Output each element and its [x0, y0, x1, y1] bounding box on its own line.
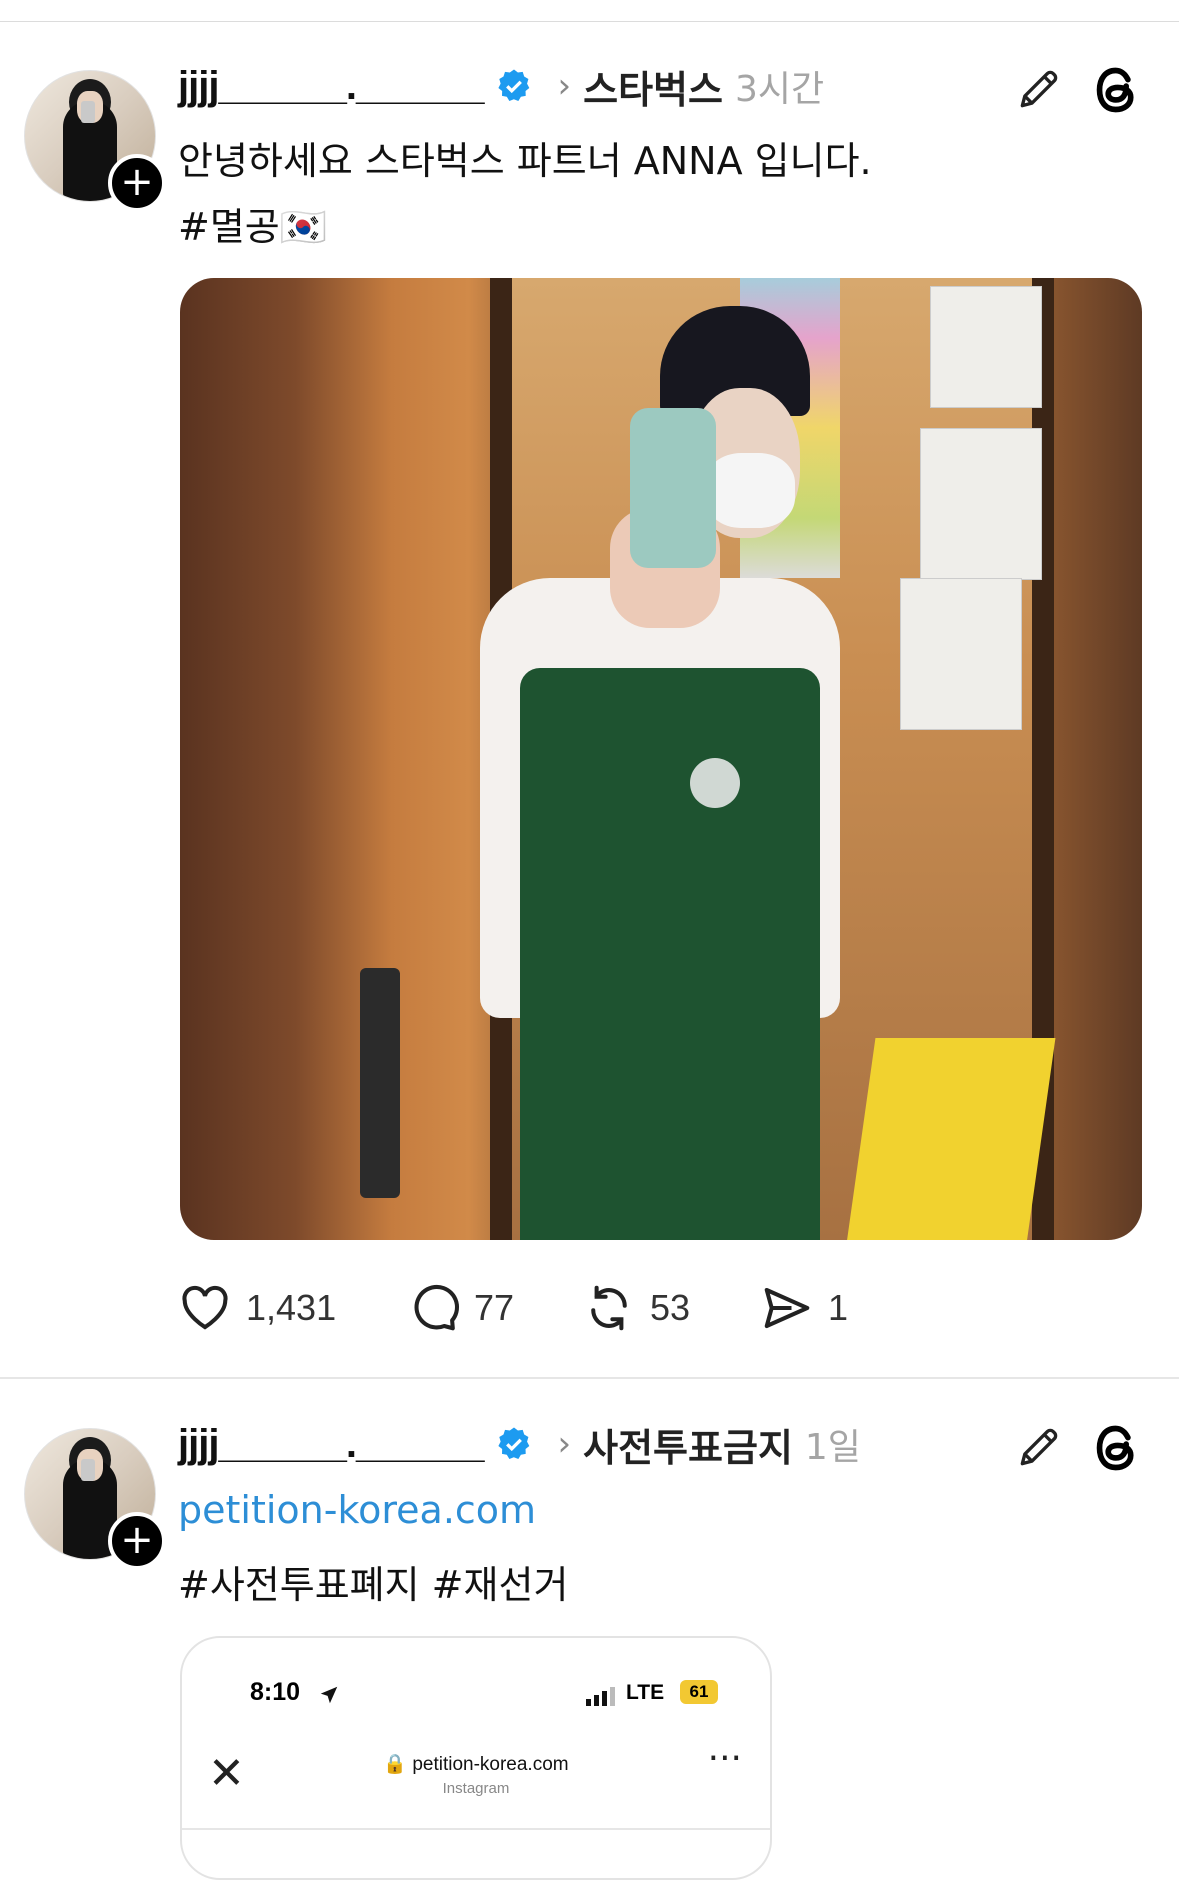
community-name[interactable]: 사전투표금지: [583, 1417, 793, 1472]
location-arrow-icon: [320, 1686, 338, 1704]
follow-plus-icon[interactable]: +: [108, 154, 166, 212]
threads-logo-icon[interactable]: [1090, 1420, 1142, 1476]
action-bar: 1,431 77 53 1: [178, 1278, 878, 1338]
chevron-right-icon: ›: [557, 1424, 572, 1464]
battery-indicator: 61: [680, 1680, 718, 1704]
pencil-icon[interactable]: [1014, 1422, 1064, 1472]
phone-status-bar: 8:10 LTE 61: [250, 1678, 724, 1718]
repost-button[interactable]: 53: [582, 1278, 690, 1338]
domain-text: petition-korea.com: [412, 1754, 569, 1775]
post-header: jjjj______.______ › 스타벅스 3시간: [178, 56, 824, 116]
post-text-line-1: 안녕하세요 스타벅스 파트너 ANNA 입니다.: [178, 139, 872, 183]
post-link[interactable]: petition-korea.com: [178, 1488, 536, 1532]
follow-plus-icon[interactable]: +: [108, 1512, 166, 1570]
timestamp: 3시간: [734, 69, 825, 110]
like-count: 1,431: [246, 1287, 337, 1328]
verified-badge-icon: [497, 69, 529, 101]
avatar[interactable]: +: [24, 1428, 166, 1570]
comment-bubble-icon: [414, 1284, 460, 1331]
avatar[interactable]: +: [24, 70, 166, 212]
more-options-icon: ···: [707, 1738, 742, 1779]
post-photo[interactable]: [180, 278, 1142, 1240]
browser-domain: 🔒 petition-korea.com: [383, 1754, 569, 1775]
timestamp: 1일: [804, 1427, 861, 1468]
comment-count: 77: [474, 1287, 515, 1328]
browser-subtitle: Instagram: [442, 1780, 510, 1797]
chevron-right-icon: ›: [557, 66, 572, 106]
post-hashtags[interactable]: #멸공🇰🇷: [178, 196, 327, 251]
signal-bars-icon: [586, 1687, 615, 1706]
heart-icon: [182, 1285, 228, 1330]
like-button[interactable]: 1,431: [178, 1278, 336, 1338]
post-divider: [0, 1377, 1179, 1379]
share-button[interactable]: 1: [760, 1278, 848, 1338]
share-count: 1: [828, 1287, 849, 1328]
post-header: jjjj______.______ › 사전투표금지 1일: [178, 1414, 861, 1474]
community-name[interactable]: 스타벅스: [583, 59, 723, 114]
verified-badge-icon: [497, 1427, 529, 1459]
post-hashtags[interactable]: #사전투표폐지 #재선거: [178, 1554, 568, 1609]
comment-button[interactable]: 77: [406, 1278, 514, 1338]
repost-count: 53: [650, 1287, 691, 1328]
username[interactable]: jjjj______.______: [178, 1422, 485, 1467]
attached-screenshot-card[interactable]: 8:10 LTE 61 ✕ 🔒 petition-korea.com Insta…: [180, 1636, 772, 1880]
threads-logo-icon[interactable]: [1090, 62, 1142, 118]
top-divider: [0, 21, 1179, 22]
repost-icon: [591, 1285, 627, 1331]
network-type: LTE: [626, 1681, 665, 1704]
pencil-icon[interactable]: [1014, 64, 1064, 114]
send-icon: [764, 1287, 810, 1329]
username[interactable]: jjjj______.______: [178, 64, 485, 109]
clock-text: 8:10: [250, 1678, 301, 1706]
